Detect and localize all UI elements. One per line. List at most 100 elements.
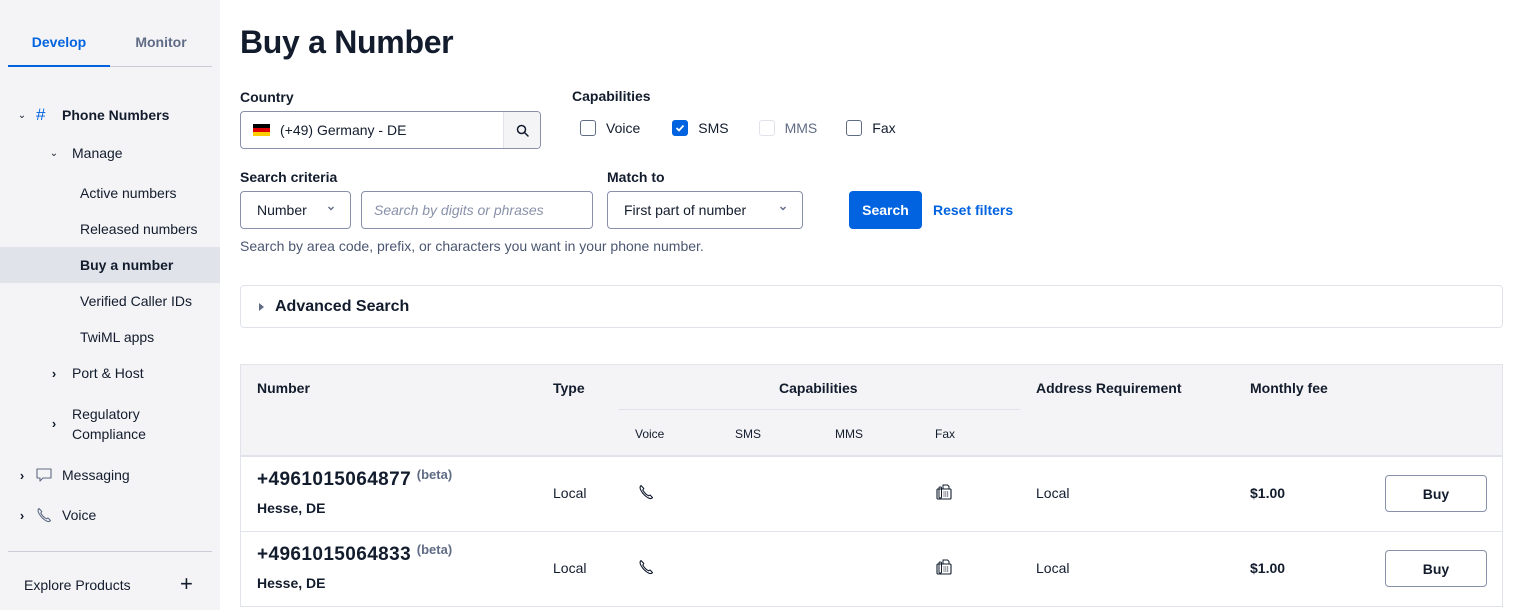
results-table: Number Type Capabilities Voice SMS MMS F…	[240, 364, 1503, 607]
capability-voice-checkbox[interactable]: Voice	[580, 120, 640, 136]
chevron-right-icon: ›	[19, 467, 25, 483]
sidebar-item-verified-caller-ids[interactable]: Verified Caller IDs	[0, 290, 220, 312]
checkbox-label: MMS	[784, 120, 818, 136]
hash-icon: #	[36, 105, 46, 124]
capabilities-label: Capabilities	[572, 88, 651, 104]
header-number: Number	[257, 380, 310, 396]
sidebar-tabs: Develop Monitor	[8, 22, 212, 67]
table-row: +4961015064833 (beta) Hesse, DE Local Lo…	[241, 532, 1502, 607]
sidebar-item-voice[interactable]: › Voice	[0, 504, 220, 526]
checkbox[interactable]	[846, 120, 863, 136]
sidebar-item-label: Phone Numbers	[62, 107, 170, 123]
sidebar-item-active-numbers[interactable]: Active numbers	[0, 182, 220, 204]
match-to-label: Match to	[607, 169, 665, 185]
search-criteria-label: Search criteria	[240, 169, 338, 185]
checkbox-label: Voice	[606, 120, 641, 136]
sidebar-divider	[8, 551, 212, 552]
sidebar-item-label: Port & Host	[72, 365, 144, 381]
country-label: Country	[240, 89, 294, 105]
checkbox-label: SMS	[698, 120, 729, 136]
search-criteria-select[interactable]: Number	[240, 191, 351, 229]
chevron-right-icon: ›	[19, 507, 25, 523]
sidebar-item-released-numbers[interactable]: Released numbers	[0, 218, 220, 240]
sidebar-item-manage[interactable]: ⌄ Manage	[0, 142, 220, 164]
country-search-button[interactable]	[503, 112, 540, 148]
header-type: Type	[553, 380, 585, 396]
buy-button[interactable]: Buy	[1385, 475, 1487, 512]
chevron-down-icon	[328, 206, 334, 211]
tab-monitor[interactable]: Monitor	[110, 22, 212, 66]
sidebar-item-messaging[interactable]: › Messaging	[0, 464, 220, 486]
capabilities-checkboxes: Voice SMS MMS Fax	[580, 120, 896, 136]
monthly-fee-cell: $1.00	[1250, 485, 1286, 501]
header-sms: SMS	[735, 427, 762, 441]
sidebar-item-label: Manage	[72, 145, 123, 161]
sidebar-item-twiml-apps[interactable]: TwiML apps	[0, 326, 220, 348]
header-fax: Fax	[935, 427, 956, 441]
match-to-select[interactable]: First part of number	[607, 191, 803, 229]
capability-sms-checkbox[interactable]: SMS	[672, 120, 729, 136]
buy-button[interactable]: Buy	[1385, 550, 1487, 587]
search-criteria-value: Number	[257, 202, 307, 218]
sidebar-item-label-line1: Regulatory	[72, 406, 140, 422]
sidebar-item-label: Buy a number	[80, 257, 174, 273]
sidebar-item-label-line2: Compliance	[72, 426, 146, 442]
tab-develop[interactable]: Develop	[8, 22, 110, 67]
page-title: Buy a Number	[240, 24, 454, 60]
checkbox[interactable]	[672, 120, 689, 136]
plus-icon[interactable]: +	[180, 571, 193, 597]
caret-right-icon	[259, 302, 264, 311]
country-field[interactable]: (+49) Germany - DE	[241, 112, 503, 148]
phone-icon	[639, 559, 654, 575]
checkmark-icon	[676, 124, 685, 132]
sidebar-item-label: Voice	[62, 507, 97, 523]
table-row: +4961015064877 (beta) Hesse, DE Local Lo…	[241, 457, 1502, 532]
phone-icon	[37, 507, 52, 523]
sidebar-item-buy-a-number[interactable]: Buy a number	[0, 247, 220, 283]
reset-filters-link[interactable]: Reset filters	[933, 202, 1013, 218]
monthly-fee-cell: $1.00	[1250, 560, 1286, 576]
sidebar-item-label: Messaging	[62, 467, 130, 483]
beta-badge: (beta)	[416, 542, 453, 557]
search-help-text: Search by area code, prefix, or characte…	[240, 238, 704, 254]
explore-products-link[interactable]: Explore Products	[24, 577, 131, 593]
header-voice: Voice	[635, 427, 665, 441]
chevron-down-icon	[780, 206, 786, 211]
header-address-requirement: Address Requirement	[1036, 380, 1182, 396]
search-digits-input[interactable]	[361, 191, 593, 229]
fax-icon	[936, 559, 952, 575]
country-value: (+49) Germany - DE	[280, 122, 407, 138]
chevron-down-icon: ⌄	[17, 109, 27, 121]
checkbox[interactable]	[580, 120, 596, 136]
header-divider	[619, 409, 1020, 410]
chevron-right-icon: ›	[51, 415, 57, 431]
type-cell: Local	[553, 485, 587, 501]
sidebar-item-label: Regulatory Compliance	[72, 404, 146, 444]
phone-number: +4961015064877 (beta)	[257, 467, 453, 491]
search-button[interactable]: Search	[849, 191, 922, 229]
chevron-right-icon: ›	[51, 365, 57, 381]
address-requirement-cell: Local	[1036, 485, 1070, 501]
table-header: Number Type Capabilities Voice SMS MMS F…	[241, 365, 1502, 457]
address-requirement-cell: Local	[1036, 560, 1070, 576]
phone-number-value: +4961015064833	[257, 544, 412, 565]
sidebar: Develop Monitor ⌄ # Phone Numbers ⌄ Mana…	[0, 0, 220, 610]
header-mms: MMS	[835, 427, 863, 441]
region: Hesse, DE	[257, 575, 326, 591]
country-select[interactable]: (+49) Germany - DE	[240, 111, 541, 149]
phone-number-value: +4961015064877	[257, 469, 412, 490]
sidebar-item-port-host[interactable]: › Port & Host	[0, 362, 220, 384]
sidebar-item-regulatory-compliance[interactable]: › Regulatory Compliance	[0, 402, 220, 444]
checkbox-label: Fax	[872, 120, 896, 136]
fax-icon	[936, 484, 952, 500]
chat-bubble-icon	[36, 468, 52, 482]
sidebar-item-phone-numbers[interactable]: ⌄ # Phone Numbers	[0, 104, 220, 126]
advanced-search-toggle[interactable]: Advanced Search	[240, 285, 1503, 328]
capability-fax-checkbox[interactable]: Fax	[846, 120, 896, 136]
sidebar-item-label: Active numbers	[80, 185, 177, 201]
sidebar-item-label: Released numbers	[80, 221, 198, 237]
sidebar-item-label: TwiML apps	[80, 329, 155, 345]
header-capabilities: Capabilities	[779, 380, 858, 396]
beta-badge: (beta)	[416, 467, 453, 482]
search-icon	[516, 124, 529, 137]
